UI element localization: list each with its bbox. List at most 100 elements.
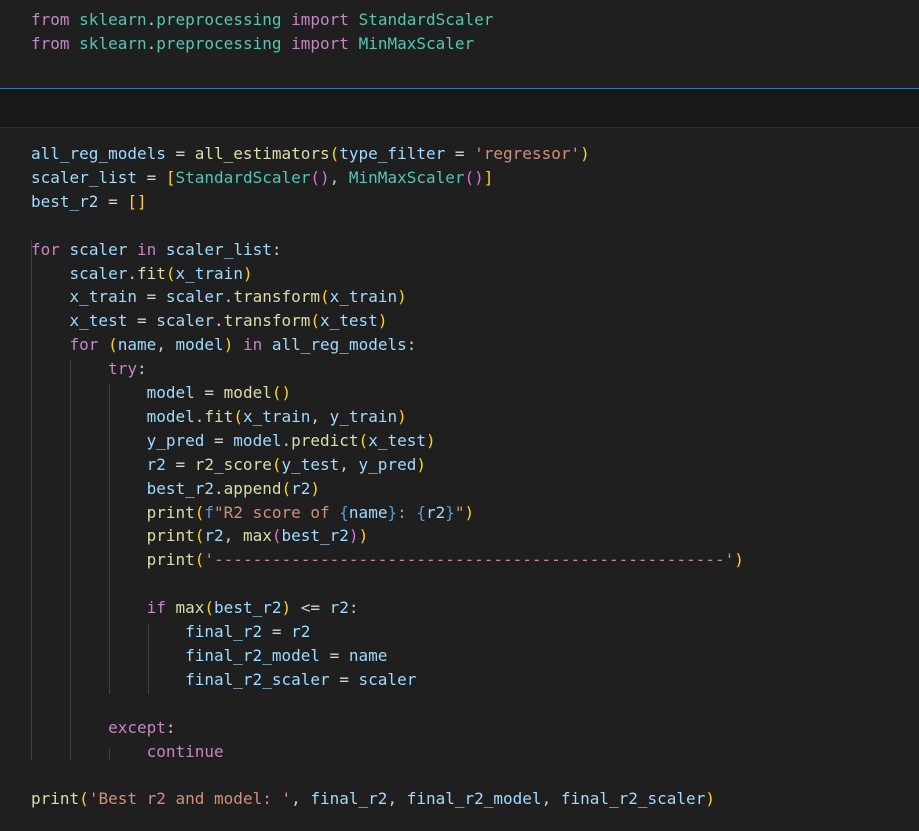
- code-line[interactable]: r2 = r2_score(y_test, y_pred): [31, 453, 426, 477]
- code-token: ): [310, 478, 321, 498]
- code-token: =: [165, 454, 195, 474]
- code-line[interactable]: y_pred = model.predict(x_test): [31, 429, 436, 453]
- code-token: r2: [426, 502, 446, 522]
- code-token: ": [454, 502, 465, 522]
- code-cell-empty[interactable]: [0, 88, 919, 128]
- code-token: :: [397, 502, 417, 522]
- code-token: import: [291, 10, 349, 29]
- code-token: f: [204, 502, 215, 522]
- code-line[interactable]: for (name, model) in all_reg_models:: [31, 333, 417, 357]
- code-line[interactable]: try:: [31, 357, 147, 381]
- code-token: x_test: [320, 311, 378, 331]
- code-token: {: [339, 502, 349, 522]
- code-token: r2: [329, 598, 349, 618]
- code-token: x_test: [69, 311, 128, 331]
- code-token: 'regressor': [474, 144, 581, 163]
- code-token: max: [242, 526, 272, 546]
- code-line[interactable]: print(r2, max(best_r2)): [31, 524, 369, 548]
- code-token: =: [262, 622, 292, 641]
- code-line[interactable]: x_test = scaler.transform(x_test): [31, 309, 388, 333]
- code-token: y_train: [329, 406, 398, 426]
- code-token: preprocessing: [156, 34, 282, 53]
- code-token: .: [146, 34, 157, 53]
- code-line[interactable]: all_reg_models = all_estimators(type_fil…: [31, 142, 590, 166]
- code-line[interactable]: best_r2 = []: [31, 190, 147, 214]
- code-token: best_r2: [146, 478, 215, 498]
- code-token: :: [406, 335, 417, 355]
- code-token: :: [271, 239, 282, 259]
- code-token: except: [108, 717, 166, 737]
- code-token: model: [175, 335, 224, 355]
- code-token: (: [233, 406, 243, 426]
- code-token: ): [425, 430, 436, 450]
- code-line[interactable]: except:: [31, 716, 176, 740]
- code-token: ): [416, 454, 426, 474]
- code-line[interactable]: scaler_list = [StandardScaler(), MinMaxS…: [31, 166, 493, 190]
- code-token: ): [223, 335, 234, 355]
- code-cell-main[interactable]: all_reg_models = all_estimators(type_fil…: [0, 128, 919, 831]
- code-cell-imports[interactable]: from sklearn.preprocessing import Standa…: [0, 0, 919, 88]
- code-token: name: [348, 502, 388, 522]
- code-token: scaler_list: [165, 239, 272, 259]
- code-line[interactable]: final_r2_model = name: [31, 644, 387, 668]
- code-line[interactable]: scaler.fit(x_train): [31, 262, 253, 286]
- code-token: (: [358, 430, 369, 450]
- code-token: ): [242, 263, 253, 283]
- code-token: y_test: [281, 454, 340, 474]
- code-token: :: [165, 717, 176, 737]
- code-token: all_estimators: [194, 144, 330, 163]
- code-token: x_test: [368, 430, 426, 450]
- code-token: for: [69, 335, 99, 355]
- code-token: final_r2_scaler: [560, 789, 706, 809]
- code-line[interactable]: best_r2.append(r2): [31, 477, 320, 501]
- code-line[interactable]: print(f"R2 score of {name}: {r2}"): [31, 501, 475, 525]
- code-token: model: [146, 383, 195, 402]
- code-line[interactable]: from sklearn.preprocessing import Standa…: [31, 8, 493, 32]
- code-line[interactable]: x_train = scaler.transform(x_train): [31, 285, 407, 309]
- code-token: StandardScaler: [358, 10, 494, 29]
- code-token: scaler: [358, 669, 417, 689]
- code-token: print: [146, 550, 195, 570]
- code-token: transform: [233, 287, 321, 307]
- code-line[interactable]: print('Best r2 and model: ', final_r2, f…: [31, 787, 715, 811]
- code-token: (): [271, 383, 292, 402]
- code-token: MinMaxScaler: [358, 34, 475, 53]
- code-token: preprocessing: [156, 10, 282, 29]
- code-token: scaler: [69, 239, 128, 259]
- code-line[interactable]: continue: [31, 740, 224, 764]
- code-line[interactable]: final_r2 = r2: [31, 620, 310, 644]
- code-token: ,: [291, 789, 311, 809]
- code-token: []: [127, 191, 147, 211]
- code-token: sklearn: [79, 34, 147, 53]
- code-token: best_r2: [214, 598, 282, 618]
- code-token: predict: [291, 430, 359, 450]
- code-token: try: [108, 359, 137, 379]
- code-line[interactable]: for scaler in scaler_list:: [31, 238, 282, 262]
- code-token: print: [31, 789, 80, 809]
- code-token: ): [377, 311, 388, 331]
- code-token: x_train: [329, 287, 398, 307]
- code-line[interactable]: if max(best_r2) <= r2:: [31, 596, 359, 620]
- code-token: continue: [146, 741, 224, 761]
- code-token: final_r2_model: [406, 789, 542, 809]
- code-token: y_pred: [146, 430, 205, 450]
- code-line[interactable]: model.fit(x_train, y_train): [31, 405, 407, 429]
- code-token: (: [320, 287, 330, 307]
- code-line[interactable]: final_r2_scaler = scaler: [31, 668, 416, 692]
- code-token: =: [319, 645, 349, 665]
- code-token: (: [204, 598, 215, 618]
- code-line[interactable]: model = model(): [31, 381, 292, 405]
- code-line[interactable]: from sklearn.preprocessing import MinMax…: [31, 32, 474, 56]
- code-token: ,: [156, 335, 176, 355]
- code-token: ,: [387, 789, 407, 809]
- code-line[interactable]: print('---------------------------------…: [31, 548, 744, 572]
- code-token: x_train: [69, 287, 137, 307]
